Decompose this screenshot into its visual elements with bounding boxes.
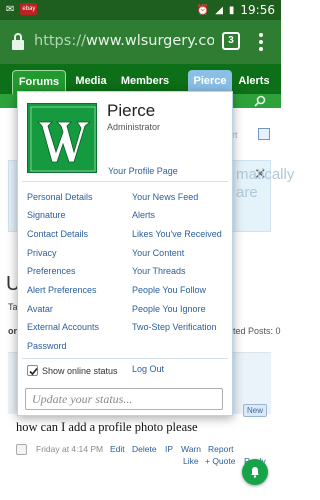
menu-link-personal-details[interactable]: Personal Details (27, 192, 93, 202)
menu-link-alert-preferences[interactable]: Alert Preferences (27, 285, 97, 295)
menu-link-news-feed[interactable]: Your News Feed (132, 192, 198, 202)
url-host: www.wlsurgery.com/th (85, 33, 214, 49)
username: Pierce (107, 101, 156, 120)
menu-link-people-you-follow[interactable]: People You Follow (132, 285, 206, 295)
battery-icon: ▮ (228, 4, 235, 16)
post-quote-link[interactable]: + Quote (205, 456, 235, 466)
post-ip-link[interactable]: IP (165, 444, 173, 454)
menu-link-likes-received[interactable]: Likes You've Received (132, 229, 222, 239)
show-online-status-label: Show online status (42, 366, 118, 376)
post-like-link[interactable]: Like (183, 456, 199, 466)
bell-icon (251, 467, 259, 478)
menu-link-two-step-verification[interactable]: Two-Step Verification (132, 322, 217, 332)
menu-link-alerts[interactable]: Alerts (132, 210, 155, 220)
menu-link-preferences[interactable]: Preferences (27, 266, 76, 276)
alarm-icon: ⏰ (196, 4, 210, 16)
menu-link-your-threads[interactable]: Your Threads (132, 266, 186, 276)
site-logo-avatar (28, 104, 96, 172)
url-scheme: https:// (34, 33, 86, 49)
post-delete-link[interactable]: Delete (132, 444, 157, 454)
post-edit-link[interactable]: Edit (110, 444, 125, 454)
menu-link-avatar[interactable]: Avatar (27, 304, 53, 314)
menu-link-external-accounts[interactable]: External Accounts (27, 322, 99, 332)
tab-switcher-button[interactable]: 3 (222, 32, 240, 50)
menu-link-privacy[interactable]: Privacy (27, 248, 57, 258)
new-badge: New (243, 404, 267, 417)
menu-link-people-you-ignore[interactable]: People You Ignore (132, 304, 206, 314)
clock: 19:56 (240, 3, 275, 17)
avatar[interactable] (27, 103, 97, 173)
menu-link-signature[interactable]: Signature (27, 210, 66, 220)
menu-link-your-content[interactable]: Your Content (132, 248, 184, 258)
notice-fragment-1: matically (236, 166, 295, 183)
browser-toolbar: https://www.wlsurgery.com/th 3 (0, 20, 281, 64)
post-message: how can I add a profile photo please (16, 420, 198, 434)
notice-fragment-3: are (236, 184, 258, 201)
forum-navbar: Forums Media Members Pierce Alerts (0, 64, 281, 94)
post-report-link[interactable]: Report (208, 444, 234, 454)
lock-icon (12, 33, 24, 50)
android-status-bar: ✉ ebay ⏰ ◢ ▮ 19:56 (0, 0, 281, 20)
url-field[interactable]: https://www.wlsurgery.com/th (34, 33, 214, 51)
ebay-notification-icon: ebay (20, 3, 38, 15)
search-icon[interactable] (253, 95, 267, 107)
checkmark-icon (29, 367, 38, 376)
system-icons: ⏰ ◢ ▮ 19:56 (197, 3, 275, 17)
post-timestamp: Friday at 4:14 PM (36, 444, 104, 454)
your-profile-page-link[interactable]: Your Profile Page (108, 166, 178, 176)
menu-divider (22, 181, 228, 182)
overflow-menu-icon[interactable] (256, 31, 266, 53)
log-out-link[interactable]: Log Out (132, 364, 164, 374)
status-update-input[interactable] (25, 388, 223, 410)
signal-icon: ◢ (215, 4, 223, 16)
menu-link-password[interactable]: Password (27, 341, 67, 351)
post-select-checkbox[interactable] (16, 444, 27, 455)
menu-divider (22, 358, 228, 359)
post-warn-link[interactable]: Warn (181, 444, 201, 454)
expand-icon[interactable] (258, 128, 270, 140)
user-title: Administrator (107, 122, 161, 132)
notification-icon: ✉ (6, 3, 15, 15)
notification-icons: ✉ ebay (6, 3, 38, 15)
show-online-status-checkbox[interactable] (27, 365, 38, 376)
nav-tab-alerts[interactable]: Alerts (236, 70, 272, 94)
menu-link-contact-details[interactable]: Contact Details (27, 229, 88, 239)
bg-posts-fragment: ted Posts: 0 (233, 326, 281, 336)
